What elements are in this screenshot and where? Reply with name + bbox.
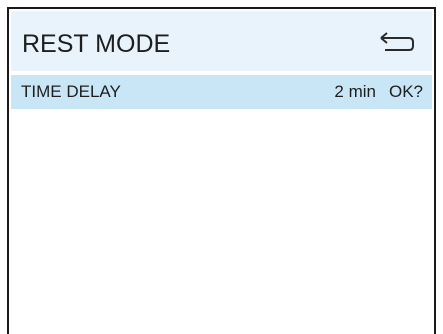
confirm-prompt[interactable]: OK? xyxy=(389,82,423,102)
setting-row-time-delay[interactable]: TIME DELAY 2 min OK? xyxy=(11,75,432,109)
screen-header: REST MODE xyxy=(11,11,432,73)
rest-mode-screen: REST MODE TIME DELAY 2 min OK? xyxy=(7,7,436,334)
setting-value: 2 min xyxy=(334,82,376,101)
setting-label: TIME DELAY xyxy=(21,82,121,101)
back-button[interactable] xyxy=(375,29,417,55)
page-title: REST MODE xyxy=(22,30,171,58)
return-arrow-icon xyxy=(380,32,414,51)
